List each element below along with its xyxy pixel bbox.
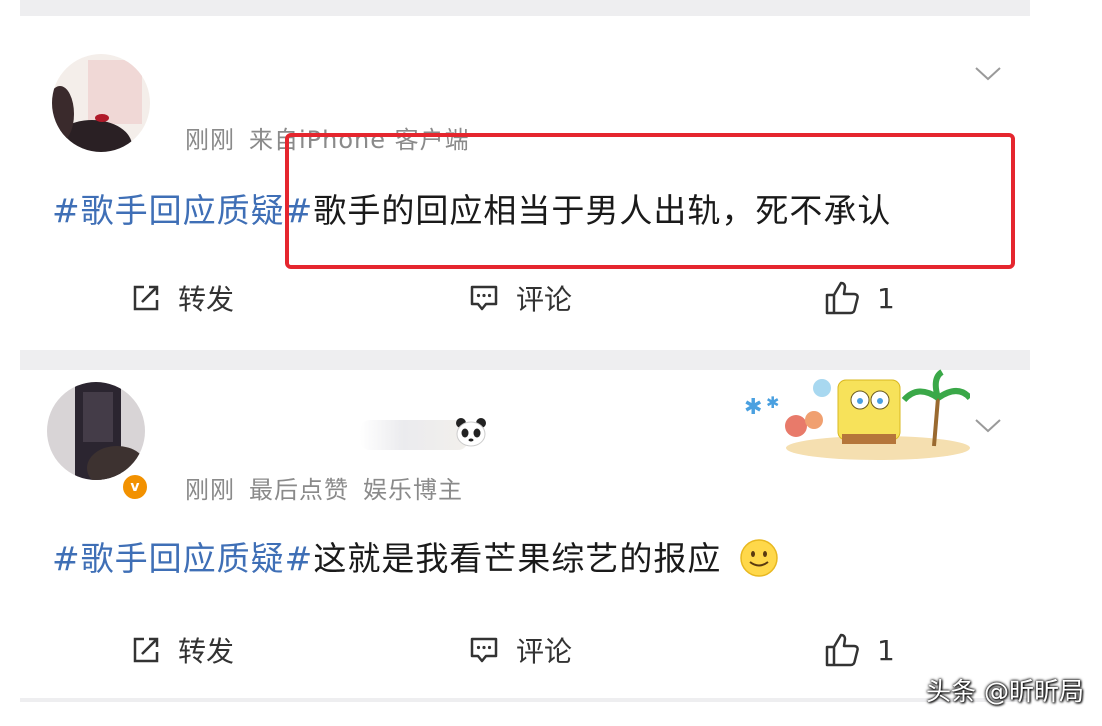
avatar[interactable] [47, 382, 145, 480]
repost-button[interactable]: 转发 [130, 620, 234, 680]
user-role: 娱乐博主 [363, 476, 463, 504]
repost-icon [133, 285, 159, 311]
svg-text:✱: ✱ [766, 393, 779, 412]
post-actions: 转发 评论 1 [20, 620, 1030, 680]
like-icon [825, 633, 859, 667]
comment-button[interactable]: 评论 [468, 620, 572, 680]
comment-button[interactable]: 评论 [468, 268, 572, 328]
like-button[interactable]: 1 [823, 620, 895, 680]
panda-icon [456, 418, 486, 447]
avatar[interactable] [52, 54, 150, 152]
separator [20, 0, 1030, 16]
hashtag-link[interactable]: #歌手回应质疑# [52, 191, 313, 230]
like-button[interactable]: 1 [823, 268, 895, 328]
chevron-down-icon[interactable] [973, 64, 1003, 84]
like-count: 1 [877, 633, 895, 667]
post-time: 刚刚 [185, 126, 235, 154]
verified-badge: v [120, 472, 150, 502]
like-count: 1 [877, 281, 895, 315]
repost-icon [133, 637, 159, 663]
like-icon [825, 281, 859, 315]
post-actions: 转发 评论 1 [20, 268, 1030, 328]
post-meta: 刚刚 最后点赞 娱乐博主 [185, 470, 477, 505]
chevron-down-icon[interactable] [973, 416, 1003, 436]
post-body: 这就是我看芒果综艺的报应 [313, 539, 722, 578]
repost-label: 转发 [178, 283, 235, 316]
hashtag-link[interactable]: #歌手回应质疑# [52, 539, 313, 578]
post-note: 最后点赞 [249, 476, 349, 504]
post-time: 刚刚 [185, 476, 235, 504]
username-blurred[interactable] [360, 420, 468, 450]
post-text: #歌手回应质疑#这就是我看芒果综艺的报应 [52, 532, 779, 580]
comment-label: 评论 [516, 283, 573, 316]
repost-label: 转发 [178, 635, 235, 668]
highlight-box [285, 133, 1015, 269]
card-sticker-image: ✱ ✱ [744, 369, 970, 460]
repost-button[interactable]: 转发 [130, 268, 234, 328]
separator [20, 350, 1030, 370]
watermark: 头条 @昕昕局 [926, 677, 1084, 706]
comment-icon [470, 285, 498, 311]
comment-icon [470, 637, 498, 663]
smile-emoji-icon [740, 539, 778, 577]
svg-text:✱: ✱ [744, 395, 762, 420]
separator [20, 698, 1030, 702]
comment-label: 评论 [516, 635, 573, 668]
